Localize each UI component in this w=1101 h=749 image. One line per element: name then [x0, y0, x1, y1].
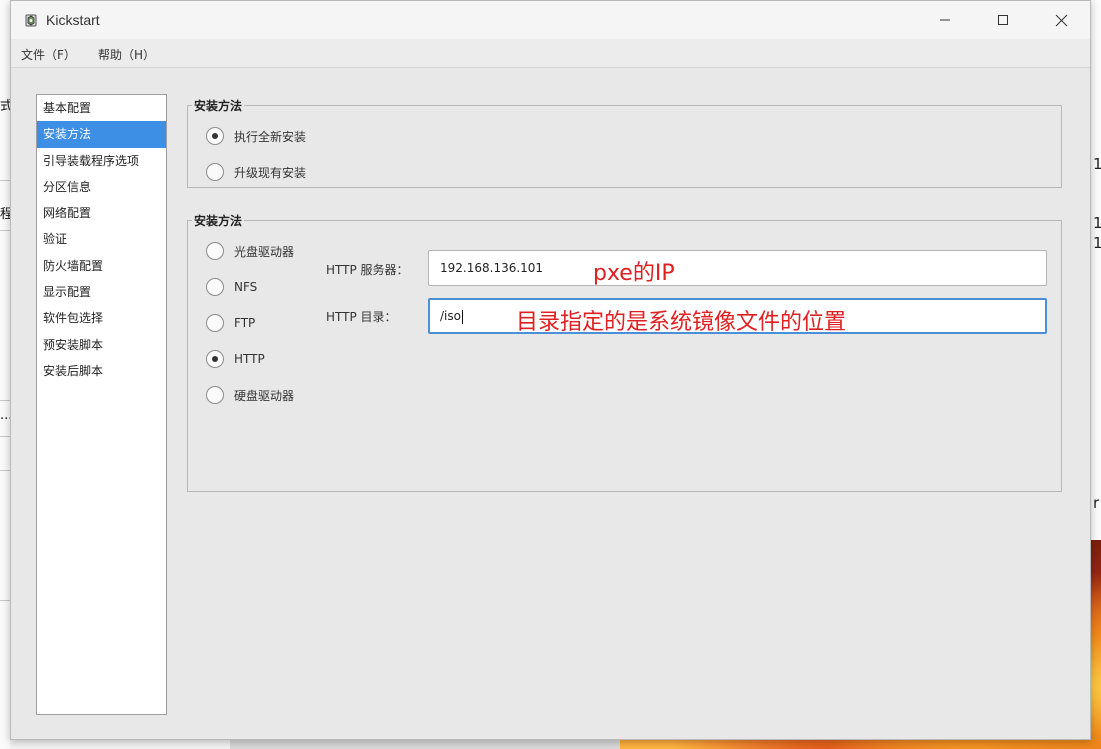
radio-label: 光盘驱动器 [234, 244, 295, 259]
menu-bar: 文件（F） 帮助（H） [11, 39, 1090, 68]
background-text-fragment: ... [0, 408, 10, 423]
sidebar-item-firewall-config[interactable]: 防火墙配置 [37, 253, 166, 279]
title-bar[interactable]: Kickstart [11, 1, 1090, 39]
radio-button-checked[interactable] [206, 350, 224, 368]
http-server-label: HTTP 服务器： [326, 263, 409, 277]
text-cursor [461, 309, 463, 324]
radio-label: 升级现有安装 [234, 165, 307, 180]
annotation-dir-note: 目录指定的是系统镜像文件的位置 [516, 310, 847, 335]
background-divider [0, 400, 10, 401]
background-text-fragment: 1 [1093, 155, 1101, 173]
sidebar-item-basic-config[interactable]: 基本配置 [37, 95, 166, 121]
install-type-group: 安装方法 执行全新安装 升级现有安装 [187, 97, 1062, 188]
sidebar-item-bootloader-options[interactable]: 引导装载程序选项 [37, 148, 166, 174]
config-section-list: 基本配置 安装方法 引导装载程序选项 分区信息 网络配置 验证 防火墙配置 显示… [36, 94, 167, 715]
sidebar-item-network-config[interactable]: 网络配置 [37, 200, 166, 226]
menu-help[interactable]: 帮助（H） [98, 46, 155, 63]
minimize-button[interactable] [916, 1, 974, 39]
radio-label: FTP [234, 316, 256, 330]
background-text-fragment: 1 [1093, 234, 1101, 252]
radio-hard-drive[interactable]: 硬盘驱动器 [206, 386, 294, 404]
http-directory-value: /iso [440, 309, 461, 323]
radio-fresh-install[interactable]: 执行全新安装 [206, 127, 306, 145]
annotation-server-note: pxe的IP [593, 261, 675, 286]
menu-file[interactable]: 文件（F） [21, 46, 76, 63]
background-text-fragment: 1 [1093, 214, 1101, 232]
radio-button[interactable] [206, 163, 224, 181]
radio-http[interactable]: HTTP [206, 350, 265, 368]
background-divider [0, 230, 10, 231]
radio-ftp[interactable]: FTP [206, 314, 255, 332]
radio-upgrade-install[interactable]: 升级现有安装 [206, 163, 306, 181]
sidebar-item-post-install-script[interactable]: 安装后脚本 [37, 358, 166, 384]
sidebar-item-partition-info[interactable]: 分区信息 [37, 174, 166, 200]
background-text-fragment: 式 [0, 99, 10, 114]
sidebar-item-authentication[interactable]: 验证 [37, 226, 166, 252]
http-directory-label: HTTP 目录： [326, 310, 397, 324]
maximize-button[interactable] [974, 1, 1032, 39]
radio-button-checked[interactable] [206, 127, 224, 145]
radio-button[interactable] [206, 386, 224, 404]
background-divider [0, 436, 10, 437]
background-divider [0, 600, 10, 601]
close-button[interactable] [1032, 1, 1090, 39]
radio-cdrom[interactable]: 光盘驱动器 [206, 242, 294, 260]
sidebar-item-pre-install-script[interactable]: 预安装脚本 [37, 332, 166, 358]
minimize-icon [940, 19, 950, 21]
background-text-fragment: 程 [0, 207, 10, 222]
window-title: Kickstart [46, 12, 100, 28]
radio-nfs[interactable]: NFS [206, 278, 257, 296]
http-server-value: 192.168.136.101 [440, 261, 544, 275]
maximize-icon [998, 15, 1008, 25]
install-source-group-title: 安装方法 [192, 212, 245, 229]
background-window-fragment-right [1091, 0, 1101, 540]
radio-label: 硬盘驱动器 [234, 388, 295, 403]
radio-label: HTTP [234, 352, 265, 366]
close-icon [1055, 14, 1067, 26]
sidebar-item-install-method[interactable]: 安装方法 [37, 121, 166, 148]
radio-button[interactable] [206, 278, 224, 296]
http-server-input[interactable]: 192.168.136.101 [428, 250, 1047, 286]
radio-label: 执行全新安装 [234, 129, 307, 144]
background-divider [0, 470, 10, 471]
install-type-group-title: 安装方法 [192, 97, 245, 114]
radio-button[interactable] [206, 314, 224, 332]
background-divider [0, 180, 10, 181]
sidebar-item-display-config[interactable]: 显示配置 [37, 279, 166, 305]
sidebar-item-package-selection[interactable]: 软件包选择 [37, 305, 166, 331]
background-text-fragment: r [1093, 494, 1100, 512]
radio-label: NFS [234, 280, 258, 294]
kickstart-window: Kickstart 文件（F） 帮助（H） 基本配置 安装方法 引导装载程序选项… [10, 0, 1091, 740]
kickstart-app-icon [25, 14, 37, 27]
radio-button[interactable] [206, 242, 224, 260]
